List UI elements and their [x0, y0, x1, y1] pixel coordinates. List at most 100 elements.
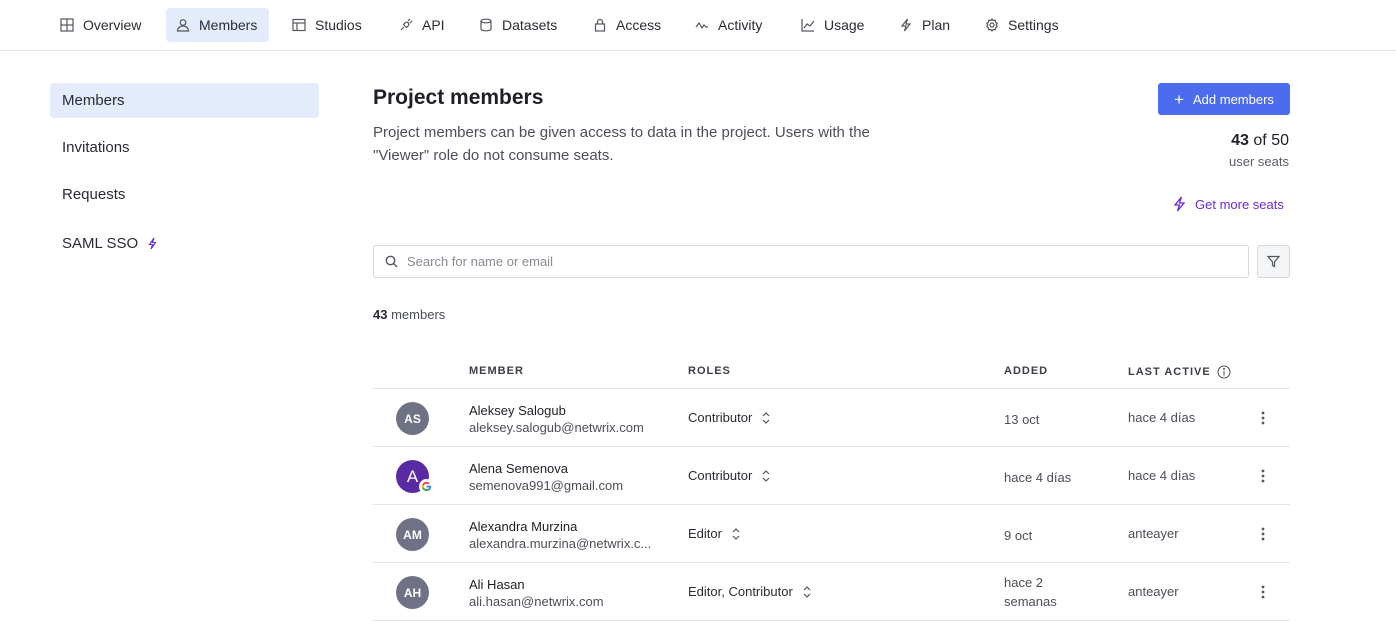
avatar: AH	[396, 576, 429, 609]
tab-usage[interactable]: Usage	[791, 8, 874, 42]
row-menu-button[interactable]	[1255, 405, 1271, 431]
more-vertical-icon	[1261, 411, 1265, 425]
row-menu-button[interactable]	[1255, 521, 1271, 547]
plug-icon	[399, 18, 413, 32]
added-date: hace 4 días	[1004, 470, 1072, 485]
activity-icon	[695, 18, 709, 32]
filter-icon	[1267, 255, 1280, 268]
sidebar-item-requests[interactable]: Requests	[50, 177, 319, 212]
seats-total: of 50	[1253, 132, 1289, 149]
info-icon[interactable]	[1217, 365, 1231, 379]
search-icon	[385, 255, 398, 268]
last-active: hace 4 días	[1128, 468, 1196, 483]
tab-overview[interactable]: Overview	[50, 8, 151, 42]
role-value: Contributor	[688, 410, 753, 425]
plus-icon: +	[1174, 89, 1184, 109]
filter-button[interactable]	[1257, 245, 1290, 278]
tab-label: Settings	[1008, 17, 1059, 33]
column-header-label: LAST ACTIVE	[1128, 366, 1211, 378]
column-header-member: MEMBER	[469, 365, 524, 377]
avatar: AS	[396, 402, 429, 435]
added-date: 13 oct	[1004, 412, 1040, 427]
bolt-icon	[899, 18, 913, 32]
search-box	[373, 245, 1249, 278]
member-email: semenova991@gmail.com	[469, 478, 624, 493]
chart-icon	[801, 18, 815, 32]
users-icon	[176, 18, 190, 32]
last-active: anteayer	[1128, 584, 1179, 599]
seat-count: 43 of 50	[1229, 132, 1289, 150]
added-date-line: hace 2	[1004, 575, 1044, 590]
tab-api[interactable]: API	[389, 8, 455, 42]
gear-icon	[985, 18, 999, 32]
member-count: 43 members	[373, 307, 445, 322]
role-select[interactable]: Editor	[688, 526, 740, 541]
last-active: anteayer	[1128, 526, 1179, 541]
search-input[interactable]	[407, 254, 1227, 269]
table-row[interactable]: A Alena Semenova semenova991@gmail.com C…	[373, 447, 1290, 505]
member-name: Ali Hasan	[469, 577, 525, 592]
chevron-up-down-icon	[762, 411, 770, 424]
added-date: hace 2 semanas	[1004, 573, 1057, 611]
sidebar-item-label: Requests	[62, 186, 126, 203]
sidebar-item-label: Invitations	[62, 139, 130, 156]
description-line: Project members can be given access to d…	[373, 124, 870, 141]
member-name: Alexandra Murzina	[469, 519, 578, 534]
get-more-seats-label: Get more seats	[1195, 196, 1284, 212]
avatar: AM	[396, 518, 429, 551]
tab-studios[interactable]: Studios	[282, 8, 372, 42]
role-select[interactable]: Contributor	[688, 410, 770, 425]
added-date: 9 oct	[1004, 528, 1033, 543]
more-vertical-icon	[1261, 527, 1265, 541]
table-header: MEMBER ROLES ADDED LAST ACTIVE	[373, 355, 1290, 389]
add-members-label: Add members	[1193, 91, 1274, 107]
member-email: alexandra.murzina@netwrix.c...	[469, 536, 652, 551]
row-menu-button[interactable]	[1255, 579, 1271, 605]
tab-label: Plan	[922, 17, 951, 33]
chevron-up-down-icon	[732, 527, 740, 540]
tab-label: API	[422, 17, 445, 33]
last-active: hace 4 días	[1128, 410, 1196, 425]
chevron-up-down-icon	[803, 585, 811, 598]
add-members-button[interactable]: + Add members	[1158, 83, 1290, 115]
page-title: Project members	[373, 86, 544, 109]
added-date-line: semanas	[1004, 594, 1057, 609]
tab-label: Datasets	[502, 17, 558, 33]
sidebar-item-members[interactable]: Members	[50, 83, 319, 118]
member-count-label: members	[391, 307, 446, 322]
seats-used: 43	[1231, 132, 1249, 149]
column-header-last-active: LAST ACTIVE	[1128, 365, 1231, 379]
table-row[interactable]: AM Alexandra Murzina alexandra.murzina@n…	[373, 505, 1290, 563]
role-select[interactable]: Editor, Contributor	[688, 584, 811, 599]
role-select[interactable]: Contributor	[688, 468, 770, 483]
table-row[interactable]: AH Ali Hasan ali.hasan@netwrix.com Edito…	[373, 563, 1290, 621]
database-icon	[479, 18, 493, 32]
member-count-number: 43	[373, 307, 388, 322]
tab-plan[interactable]: Plan	[889, 8, 960, 42]
description-line: "Viewer" role do not consume seats.	[373, 147, 614, 164]
member-email: ali.hasan@netwrix.com	[469, 594, 604, 609]
member-name: Alena Semenova	[469, 461, 569, 476]
role-value: Editor	[688, 526, 722, 541]
tab-label: Overview	[83, 17, 142, 33]
tab-label: Activity	[718, 17, 763, 33]
page-description: Project members can be given access to d…	[373, 121, 913, 167]
column-header-roles: ROLES	[688, 365, 731, 377]
tab-label: Access	[616, 17, 662, 33]
lock-icon	[593, 18, 607, 32]
tab-members[interactable]: Members	[166, 8, 269, 42]
sidebar-item-saml-sso[interactable]: SAML SSO	[50, 226, 319, 261]
row-menu-button[interactable]	[1255, 463, 1271, 489]
tab-access[interactable]: Access	[583, 8, 671, 42]
tab-datasets[interactable]: Datasets	[469, 8, 567, 42]
more-vertical-icon	[1261, 469, 1265, 483]
tab-settings[interactable]: Settings	[975, 8, 1069, 42]
tab-label: Members	[199, 17, 258, 33]
tab-label: Studios	[315, 17, 362, 33]
get-more-seats-link[interactable]: Get more seats	[1173, 196, 1284, 212]
role-value: Editor, Contributor	[688, 584, 793, 599]
seat-counter: 43 of 50 user seats	[1229, 132, 1289, 169]
tab-activity[interactable]: Activity	[685, 8, 772, 42]
sidebar-item-invitations[interactable]: Invitations	[50, 130, 319, 165]
table-row[interactable]: AS Aleksey Salogub aleksey.salogub@netwr…	[373, 389, 1290, 447]
